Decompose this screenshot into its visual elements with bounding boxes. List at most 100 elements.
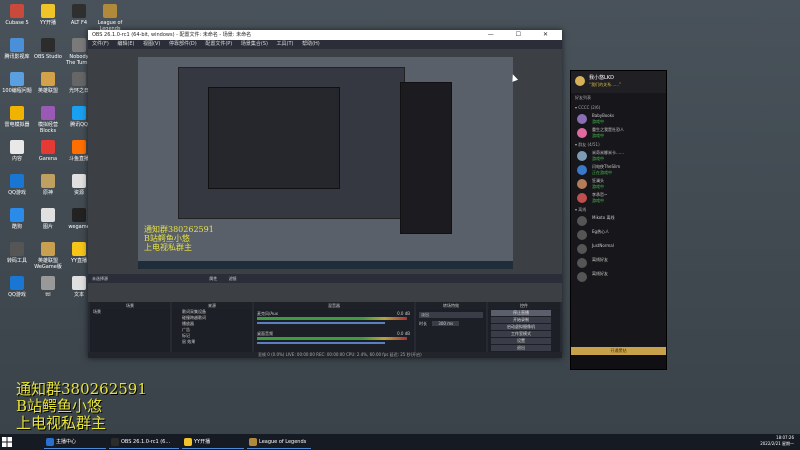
- friend-name: BabyBooks: [592, 113, 615, 118]
- friend-item[interactable]: Mikoto 离线: [571, 214, 666, 228]
- duration-input[interactable]: 300 ms: [432, 321, 460, 326]
- friend-name: JustNormal: [592, 243, 614, 248]
- menu-scene-collection[interactable]: 场景集合(S): [241, 41, 268, 47]
- desktop-icon[interactable]: ttl: [33, 276, 63, 298]
- taskbar-app-label: YY开播: [194, 439, 211, 445]
- desktop-icon-label: ALT F4: [70, 20, 88, 26]
- taskbar-clock[interactable]: 18:07:26 2022/2/21 星期一: [760, 435, 794, 447]
- app-icon: [10, 242, 24, 256]
- settings-button[interactable]: 设置: [491, 338, 551, 344]
- menu-view[interactable]: 视图(V): [143, 41, 160, 47]
- desktop-icon[interactable]: 100编程问题: [2, 72, 32, 94]
- menu-profile[interactable]: 配置文件(P): [205, 41, 232, 47]
- friend-item[interactable]: 离线好友: [571, 256, 666, 270]
- desktop-icon[interactable]: League of Legends: [95, 4, 125, 32]
- obs-title: OBS 26.1.0-rc1 (64-bit, windows) - 配置文件:…: [92, 32, 252, 38]
- desktop-icon[interactable]: QQ游戏: [2, 174, 32, 196]
- friend-status: 游戏中: [592, 133, 604, 138]
- taskbar-app[interactable]: 主播中心: [44, 435, 106, 449]
- app-icon: [46, 438, 54, 446]
- source-item[interactable]: 鼠 效果: [172, 339, 252, 345]
- taskbar-app-label: OBS 26.1.0-rc1 (6...: [121, 439, 171, 445]
- app-icon: [10, 4, 24, 18]
- desktop-icon[interactable]: Cubase 5: [2, 4, 32, 26]
- avatar[interactable]: [575, 76, 585, 86]
- studio-mode-button[interactable]: 工作室模式: [491, 331, 551, 337]
- obs-docks: 场景 场景 来源 歌词采集设备 碰撞跨越歌词 播放器 广告 标记 鼠 效果 混音…: [88, 302, 562, 358]
- friend-item[interactable]: Eg热心人: [571, 228, 666, 242]
- virtual-camera-button[interactable]: 启动虚拟摄像机: [491, 324, 551, 330]
- window-buttons[interactable]: — ☐ ✕: [488, 30, 558, 40]
- friend-status: 游戏中: [592, 184, 604, 189]
- desktop-icon[interactable]: 腾讯影视库: [2, 38, 32, 60]
- app-icon: [41, 4, 55, 18]
- desktop-icon[interactable]: 转码工具: [2, 242, 32, 264]
- overlay-line: 上电视私群主: [16, 414, 107, 432]
- desktop-icon-label: Garena: [38, 156, 58, 162]
- friend-item[interactable]: 狂澜头 游戏中: [571, 177, 666, 191]
- start-recording-button[interactable]: 开始录制: [491, 317, 551, 323]
- avatar: [577, 193, 587, 203]
- desktop-icon[interactable]: 英雄联盟 WeGame版: [33, 242, 63, 270]
- menu-tools[interactable]: 工具(T): [277, 41, 294, 47]
- taskbar-app[interactable]: OBS 26.1.0-rc1 (6...: [109, 435, 179, 449]
- exit-button[interactable]: 退出: [491, 345, 551, 351]
- friend-item[interactable]: BabyBooks 游戏中: [571, 112, 666, 126]
- desktop-icon-label: 内容: [11, 156, 22, 162]
- obs-statusbar: 丢帧 0 (0.0%) LIVE: 00:00:00 REC: 00:00:00…: [88, 352, 562, 358]
- windows-start-icon[interactable]: [2, 437, 12, 447]
- scene-item[interactable]: 场景: [90, 309, 170, 315]
- desktop-icon-label: 模拟经营 Blocks: [37, 122, 58, 134]
- friends-panel[interactable]: 我小悠LKD “我们的关系……” 好友列表 ▾ CCCC (2/6) BabyBo…: [570, 70, 667, 370]
- friend-group-header[interactable]: ▾ CCCC (2/6): [571, 103, 666, 112]
- desktop-icon[interactable]: 原神: [33, 174, 63, 196]
- app-icon: [41, 276, 55, 290]
- scenes-dock-title: 场景: [90, 302, 170, 309]
- friend-item[interactable]: JustNormal: [571, 242, 666, 256]
- taskbar-app[interactable]: League of Legends: [247, 435, 311, 449]
- desktop-icon[interactable]: 英雄联盟: [33, 72, 63, 94]
- stop-streaming-button[interactable]: 停止直播: [491, 310, 551, 316]
- filters-button[interactable]: 滤镜: [229, 276, 237, 281]
- volume-slider[interactable]: [257, 322, 385, 324]
- desktop-icon[interactable]: 图片: [33, 208, 63, 230]
- desktop-icon[interactable]: 内容: [2, 140, 32, 162]
- desktop-icon[interactable]: 酷狗: [2, 208, 32, 230]
- transition-select[interactable]: 淡出: [419, 312, 483, 318]
- friend-item[interactable]: 李承哲~ 游戏中: [571, 191, 666, 205]
- desktop-icon-label: ttl: [45, 292, 51, 298]
- friend-item[interactable]: 重生之我是社恐人 游戏中: [571, 126, 666, 140]
- desktop-icon-label: 英雄联盟: [37, 88, 58, 94]
- desktop-icon[interactable]: YY开播: [33, 4, 63, 26]
- desktop-icon[interactable]: OBS Studio: [33, 38, 63, 60]
- desktop-icon[interactable]: 模拟经营 Blocks: [33, 106, 63, 134]
- app-icon: [10, 174, 24, 188]
- obs-titlebar[interactable]: OBS 26.1.0-rc1 (64-bit, windows) - 配置文件:…: [88, 30, 562, 40]
- menu-help[interactable]: 帮助(H): [302, 41, 320, 47]
- desktop-icon[interactable]: ALT F4: [64, 4, 94, 26]
- desktop-icon[interactable]: Garena: [33, 140, 63, 162]
- friend-item[interactable]: 离线好友: [571, 270, 666, 284]
- desktop-icon[interactable]: QQ游戏: [2, 276, 32, 298]
- status-text: 丢帧 0 (0.0%) LIVE: 00:00:00 REC: 00:00:00…: [258, 352, 422, 357]
- desktop-icon-label: OBS Studio: [34, 54, 62, 60]
- avatar: [577, 128, 587, 138]
- volume-slider[interactable]: [257, 342, 385, 344]
- obs-preview[interactable]: 通知群380262591 B站鳄鱼小悠 上电视私群主: [88, 49, 562, 302]
- desktop-icon[interactable]: 雷电模拟器: [2, 106, 32, 128]
- menu-edit[interactable]: 编辑(E): [117, 41, 134, 47]
- friend-status: 游戏中: [592, 198, 604, 203]
- menu-file[interactable]: 文件(F): [92, 41, 109, 47]
- menu-docks[interactable]: 停靠部件(D): [169, 41, 197, 47]
- desktop-icon-label: 原神: [42, 190, 53, 196]
- taskbar-app[interactable]: YY开播: [182, 435, 244, 449]
- app-icon: [72, 242, 86, 256]
- obs-window[interactable]: OBS 26.1.0-rc1 (64-bit, windows) - 配置文件:…: [88, 30, 562, 358]
- app-icon: [10, 72, 24, 86]
- properties-button[interactable]: 属性: [209, 276, 217, 281]
- vip-bar[interactable]: 开通黑钻: [571, 347, 666, 355]
- friend-group-header[interactable]: ▾ 离线: [571, 205, 666, 214]
- friend-item[interactable]: 闪电侠TheSlim 正在游戏中: [571, 163, 666, 177]
- friend-group-header[interactable]: ▾ 群友 (4/51): [571, 140, 666, 149]
- friend-item[interactable]: 米奇米娜米卡…… 游戏中: [571, 149, 666, 163]
